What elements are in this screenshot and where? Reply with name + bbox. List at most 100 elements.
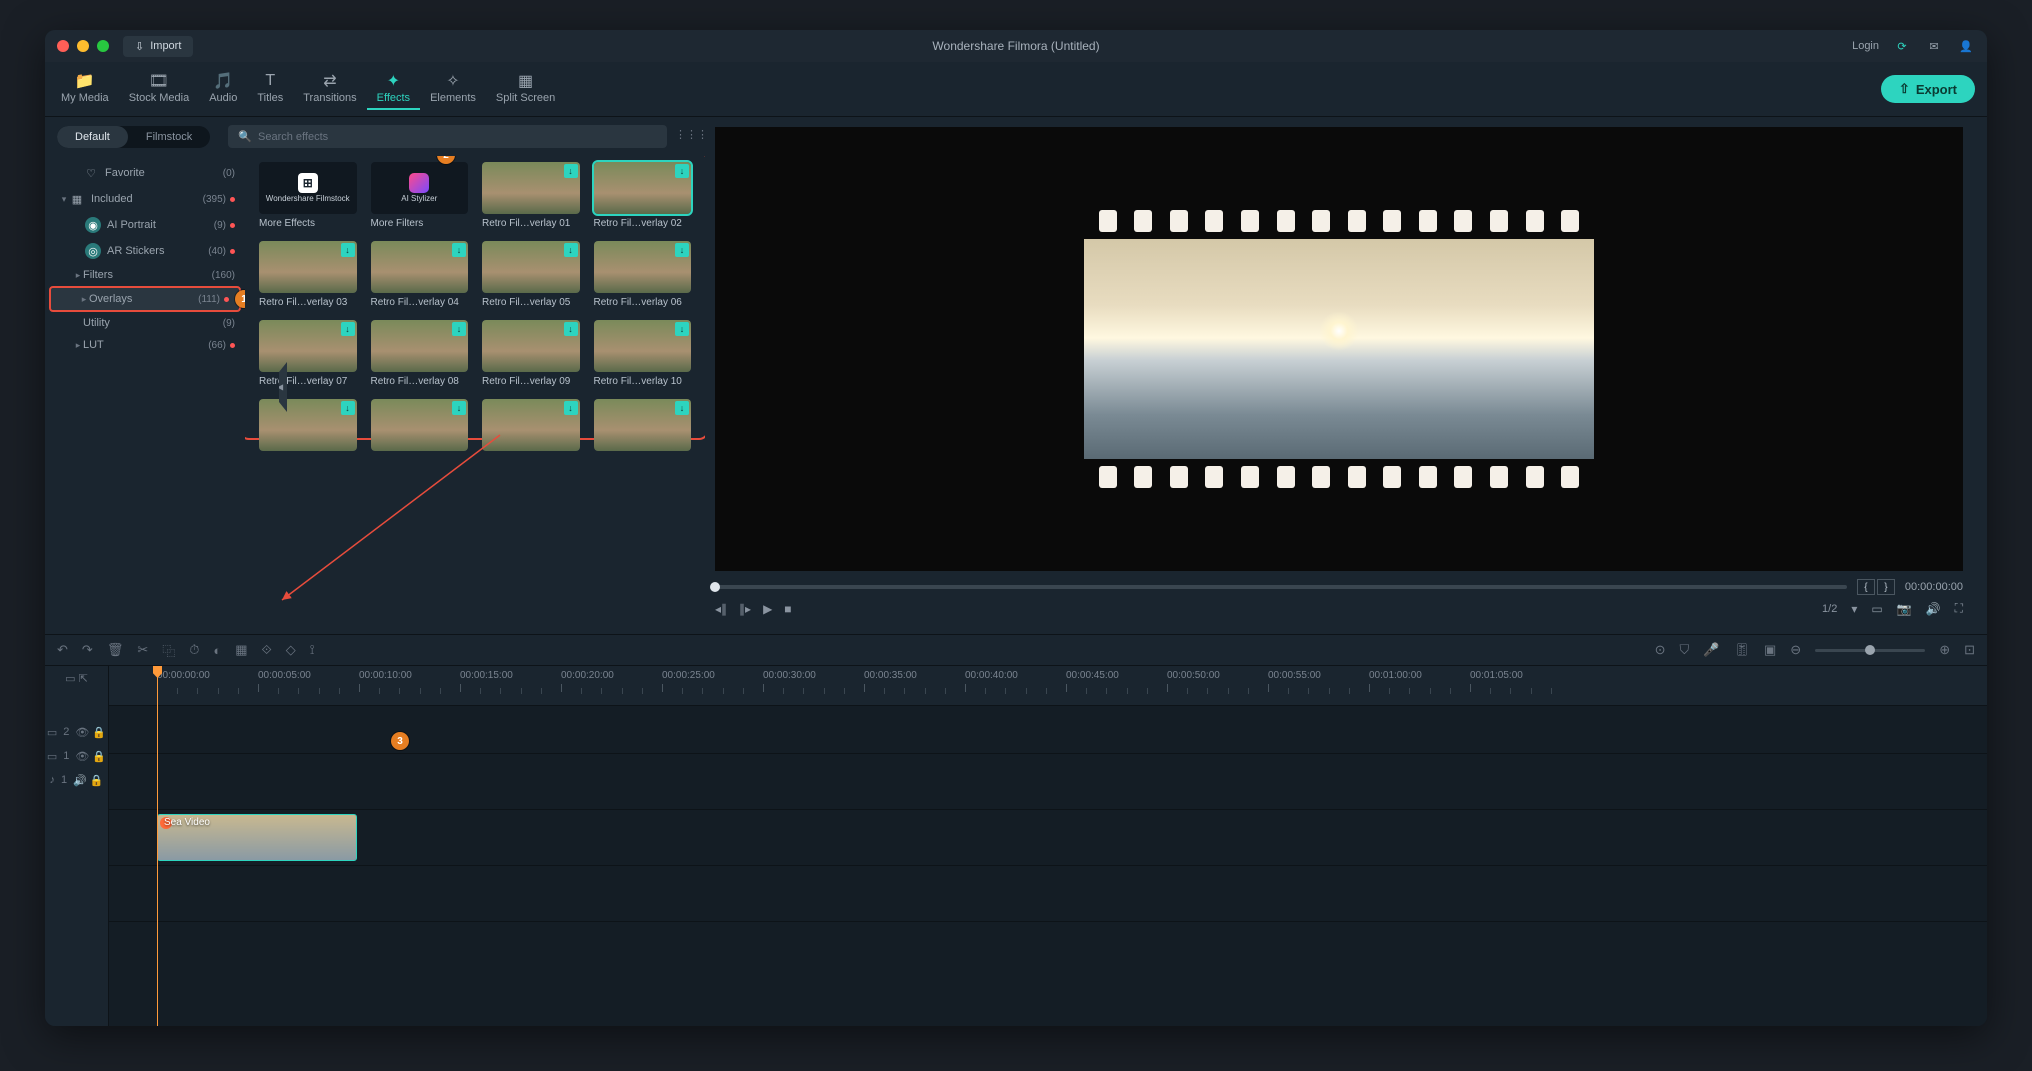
chevron-down-icon[interactable]: ▾ [1851,602,1857,616]
volume-icon[interactable]: 🔊 [1926,602,1941,616]
nav-stock-media[interactable]: 🎞Stock Media [119,68,200,110]
sidebar-label: Included [91,193,203,205]
effect-item[interactable]: ↓ [259,399,357,455]
speed-icon[interactable]: ⏱ [189,642,199,658]
effect-label: Retro Fil…verlay 10 [594,376,692,387]
mail-icon[interactable]: ✉ [1925,37,1943,55]
maximize-window-button[interactable] [97,40,109,52]
sidebar-item-included[interactable]: ▾▦Included(395) [45,186,245,212]
preview-ratio[interactable]: 1/2 [1822,603,1837,615]
effect-thumbnail: ↓ [482,162,580,214]
tab-filmstock[interactable]: Filmstock [128,126,210,148]
play-button[interactable]: ▶ [763,602,772,616]
delete-icon[interactable]: 🗑 [107,642,124,658]
sidebar-count: (111) [198,294,220,305]
green-screen-icon[interactable]: ▦ [235,642,247,658]
refresh-icon[interactable]: ⟳ [1893,37,1911,55]
download-icon: ↓ [564,401,578,415]
redo-icon[interactable]: ↷ [82,642,93,658]
effect-label: Retro Fil…verlay 07 [259,376,357,387]
effect-item[interactable]: ↓Retro Fil…verlay 07 [259,320,357,387]
step-forward-button[interactable]: ∥▸ [739,602,751,616]
preview-scrubber[interactable] [715,585,1847,589]
import-button[interactable]: ⇩ Import [123,36,193,57]
effect-item[interactable]: ↓Retro Fil…verlay 05 [482,241,580,308]
export-label: Export [1916,82,1957,97]
user-icon[interactable]: 👤 [1957,37,1975,55]
render-icon[interactable]: ⊙ [1655,642,1666,658]
zoom-out-icon[interactable]: ⊖ [1790,642,1801,658]
effect-item[interactable]: ↓Retro Fil…verlay 02 [594,162,692,229]
display-icon[interactable]: ▭ [1871,602,1882,616]
voiceover-icon[interactable]: 🎤 [1703,642,1719,658]
tab-default[interactable]: Default [57,126,128,148]
keyframe-icon[interactable]: ◇ [286,642,296,658]
nav-elements[interactable]: ✧Elements [420,68,486,110]
sidebar-item-lut[interactable]: ▸LUT(66) [45,334,245,356]
cut-icon[interactable]: ✂ [137,642,148,658]
sidebar-count: (66) [208,340,226,351]
undo-icon[interactable]: ↶ [57,642,68,658]
video-track-1-header[interactable]: ▭ 1 👁 🔒 [45,744,108,768]
audio-track-1-header[interactable]: ♪ 1 🔊 🔒 [45,768,108,792]
audio-track-1[interactable] [109,866,1987,922]
effect-item[interactable]: ↓Retro Fil…verlay 10 [594,320,692,387]
effect-label: Retro Fil…verlay 04 [371,297,469,308]
search-input[interactable]: 🔍 Search effects [228,125,667,148]
stop-button[interactable]: ■ [784,602,791,616]
effect-item[interactable]: ↓ Retro Fil…verlay 04 [371,241,469,308]
safe-zone-icon[interactable]: ▣ [1764,642,1776,658]
mark-in-button[interactable]: { [1857,579,1875,595]
crop-icon[interactable]: ⿻ [162,641,175,660]
video-track-2-header[interactable]: ▭ 2 👁 🔒 [45,720,108,744]
motion-icon[interactable]: ⟐ [262,642,272,658]
playhead[interactable] [157,666,158,1026]
fullscreen-icon[interactable]: ⛶ [1955,601,1963,616]
close-window-button[interactable] [57,40,69,52]
prev-frame-button[interactable]: ◂∥ [715,602,727,616]
wondershare-logo-icon: ⊞ [298,173,318,193]
grid-view-icon[interactable]: ⋮⋮⋮ [675,128,693,146]
effect-item[interactable]: ↓ [371,399,469,455]
nav-transitions[interactable]: ⇄Transitions [293,68,366,110]
color-icon[interactable]: ◐ [213,643,221,658]
track-options-button[interactable]: ▭ ⇱ [45,666,108,690]
effect-item[interactable]: AI StylizerMore Filters [371,162,469,229]
sidebar-item-utility[interactable]: Utility(9) [45,312,245,334]
effect-item[interactable]: ⊞Wondershare FilmstockMore Effects [259,162,357,229]
fit-icon[interactable]: ⊡ [1964,642,1975,658]
nav-audio[interactable]: 🎵Audio [199,68,247,110]
effect-item[interactable]: ↓Retro Fil…verlay 08 [371,320,469,387]
sidebar-item-favorite[interactable]: ♡Favorite(0) [45,160,245,186]
effect-item[interactable]: ↓Retro Fil…verlay 03 [259,241,357,308]
sidebar-item-overlays[interactable]: ▸Overlays(111)1 [49,286,241,312]
nav-my-media[interactable]: 📁My Media [51,68,119,110]
export-button[interactable]: ⇧ Export [1881,75,1975,103]
effect-item[interactable]: ↓Retro Fil…verlay 01 [482,162,580,229]
effect-label: More Filters [371,218,469,229]
sidebar-item-filters[interactable]: ▸Filters(160) [45,264,245,286]
adjust-icon[interactable]: ⟟ [310,642,315,658]
nav-titles[interactable]: TTitles [247,68,293,110]
effect-item[interactable]: ↓ [482,399,580,455]
sidebar-item-ar-stickers[interactable]: ◎AR Stickers(40) [45,238,245,264]
mark-out-button[interactable]: } [1877,579,1895,595]
effect-item[interactable]: ↓Retro Fil…verlay 09 [482,320,580,387]
minimize-window-button[interactable] [77,40,89,52]
nav-split-screen[interactable]: ▦Split Screen [486,68,565,110]
effect-item[interactable]: ↓Retro Fil…verlay 06 [594,241,692,308]
download-icon: ↓ [452,243,466,257]
video-clip[interactable]: Sea Video [157,814,357,861]
effect-item[interactable]: ↓ [594,399,692,455]
zoom-slider[interactable] [1815,649,1925,652]
snapshot-icon[interactable]: 📷 [1897,602,1912,616]
nav-effects[interactable]: ✦Effects [367,68,420,110]
mixer-icon[interactable]: 🎚 [1733,642,1750,658]
video-track-1[interactable]: Sea Video [109,810,1987,866]
video-track-2[interactable] [109,754,1987,810]
sidebar-item-ai-portrait[interactable]: ◉AI Portrait(9) [45,212,245,238]
zoom-in-icon[interactable]: ⊕ [1939,642,1950,658]
login-button[interactable]: Login [1852,40,1879,52]
timeline-ruler[interactable]: 00:00:00:0000:00:05:0000:00:10:0000:00:1… [109,666,1987,706]
marker-icon[interactable]: ⛉ [1680,642,1690,658]
